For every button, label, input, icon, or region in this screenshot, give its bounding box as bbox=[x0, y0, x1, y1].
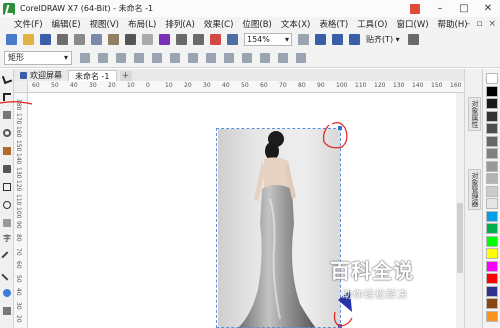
color-swatch[interactable] bbox=[486, 85, 498, 97]
color-swatch[interactable] bbox=[486, 160, 498, 172]
annotation-circle bbox=[322, 122, 348, 149]
color-swatch[interactable] bbox=[486, 198, 498, 209]
color-swatch[interactable] bbox=[486, 185, 498, 197]
docker-tab-object-manager[interactable]: 对象管理器 bbox=[468, 169, 481, 210]
color-swatch[interactable] bbox=[486, 148, 498, 159]
color-swatch[interactable] bbox=[486, 285, 498, 297]
color-swatch[interactable] bbox=[486, 310, 498, 322]
color-swatch[interactable] bbox=[486, 73, 498, 84]
color-swatch[interactable] bbox=[486, 298, 498, 309]
color-swatch[interactable] bbox=[486, 123, 498, 134]
docker-panel: 对象属性 对象管理器 bbox=[464, 69, 482, 328]
docker-tab-object-properties[interactable]: 对象属性 bbox=[468, 97, 481, 131]
watermark-subtitle: 助你轻松解决 bbox=[342, 290, 408, 301]
color-swatch[interactable] bbox=[486, 260, 498, 272]
color-swatch[interactable] bbox=[486, 135, 498, 147]
annotation-stroke bbox=[0, 101, 33, 105]
color-palette bbox=[482, 69, 500, 328]
annotation-stroke bbox=[333, 311, 353, 327]
color-swatch[interactable] bbox=[486, 273, 498, 284]
color-swatch[interactable] bbox=[486, 173, 498, 184]
color-swatch[interactable] bbox=[486, 210, 498, 222]
color-swatch[interactable] bbox=[486, 223, 498, 234]
color-swatch[interactable] bbox=[486, 235, 498, 247]
color-swatch[interactable] bbox=[486, 98, 498, 109]
watermark: 百科全说 助你轻松解决 bbox=[330, 255, 462, 301]
color-swatch[interactable] bbox=[486, 248, 498, 259]
watermark-title: 百科全说 bbox=[330, 259, 414, 283]
color-swatch[interactable] bbox=[486, 110, 498, 122]
